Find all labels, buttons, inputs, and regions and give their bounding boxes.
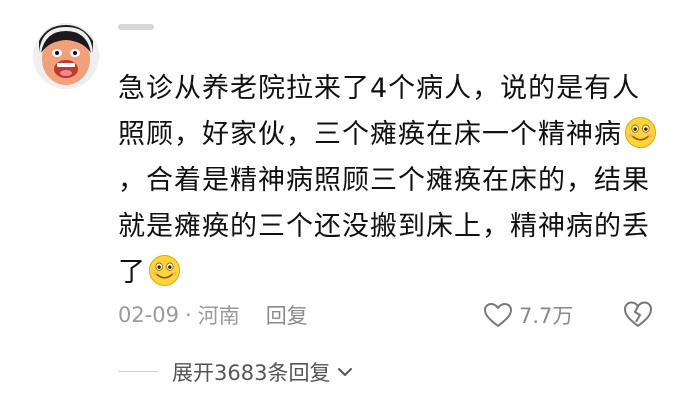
comment-meta: 02-09 · 河南 回复 bbox=[118, 300, 308, 330]
chevron-down-icon bbox=[338, 368, 353, 376]
comment-date: 02-09 bbox=[118, 303, 180, 327]
comment-location: 河南 bbox=[197, 304, 240, 328]
dislike-button[interactable] bbox=[622, 299, 654, 329]
comment-text: 急诊从养老院拉来了4个病人，说的是有人照顾，好家伙，三个瘫痪在床一个精神病 ，合… bbox=[118, 66, 666, 296]
comment-segment-1: 急诊从养老院拉来了4个病人，说的是有人照顾，好家伙，三个瘫痪在床一个精神病 bbox=[118, 73, 641, 150]
like-button[interactable]: 7.7万 bbox=[483, 300, 573, 330]
reply-button[interactable]: 回复 bbox=[266, 300, 308, 330]
replies-divider bbox=[118, 371, 158, 372]
username-placeholder bbox=[118, 24, 154, 30]
broken-heart-icon bbox=[624, 301, 652, 327]
like-count: 7.7万 bbox=[519, 304, 574, 328]
expand-replies-label: 展开3683条回复 bbox=[172, 361, 331, 385]
meta-separator: · bbox=[185, 303, 192, 327]
heart-outline-icon bbox=[484, 303, 512, 327]
user-avatar[interactable] bbox=[33, 23, 99, 89]
grin-emoji-icon bbox=[624, 116, 657, 149]
expand-replies-button[interactable]: 展开3683条回复 bbox=[172, 357, 354, 387]
comment-segment-2: ，合着是精神病照顾三个瘫痪在床的，结果就是瘫痪的三个还没搬到床上，精神病的丢了 bbox=[118, 165, 650, 288]
grin-emoji-icon bbox=[148, 254, 181, 287]
